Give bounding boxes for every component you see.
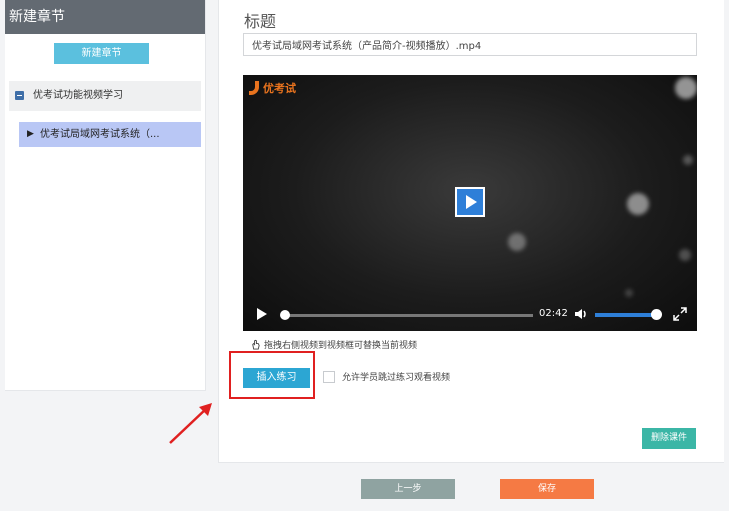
- player-controls: 02:42: [243, 297, 697, 331]
- allow-skip-checkbox[interactable]: [323, 371, 335, 383]
- lesson-label: 优考试局域网考试系统（...: [40, 129, 160, 140]
- play-icon[interactable]: [257, 308, 267, 320]
- new-chapter-button[interactable]: 新建章节: [54, 43, 149, 64]
- delete-courseware-button[interactable]: 删除课件: [642, 428, 696, 449]
- insert-exercise-button[interactable]: 插入练习: [243, 368, 310, 388]
- fullscreen-icon[interactable]: [673, 307, 687, 321]
- drag-hint-text: 拖拽右侧视频到视频框可替换当前视频: [264, 341, 418, 351]
- big-play-button[interactable]: [455, 187, 485, 217]
- previous-step-button[interactable]: 上一步: [361, 479, 455, 499]
- allow-skip-label: 允许学员跳过练习观看视频: [342, 373, 451, 383]
- chapter-label: 优考试功能视频学习: [33, 90, 123, 101]
- volume-icon[interactable]: [573, 306, 589, 322]
- chapter-item[interactable]: 优考试功能视频学习: [9, 81, 201, 111]
- chapter-sidebar: 新建章节 新建章节 优考试功能视频学习 ▶ 优考试局域网考试系统（...: [5, 0, 206, 391]
- play-triangle-icon: ▶: [27, 129, 34, 139]
- lesson-item[interactable]: ▶ 优考试局域网考试系统（...: [19, 122, 201, 147]
- red-arrow-annotation: [169, 403, 212, 444]
- title-heading: 标题: [244, 12, 277, 31]
- save-button[interactable]: 保存: [500, 479, 594, 499]
- collapse-minus-icon[interactable]: [15, 91, 24, 100]
- time-label: 02:42: [539, 308, 568, 319]
- sidebar-header: 新建章节: [5, 0, 205, 34]
- drag-hint: 拖拽右侧视频到视频框可替换当前视频: [250, 338, 417, 351]
- logo-j-icon: [249, 81, 259, 95]
- volume-slider[interactable]: [595, 313, 659, 317]
- hand-pointer-icon: [252, 339, 260, 350]
- progress-knob[interactable]: [280, 310, 290, 320]
- logo-text: 优考试: [263, 82, 296, 95]
- video-player[interactable]: 优考试 02:42: [243, 75, 697, 331]
- brand-logo: 优考试: [249, 80, 296, 96]
- volume-knob[interactable]: [651, 309, 662, 320]
- progress-bar[interactable]: [283, 314, 533, 317]
- title-input[interactable]: [243, 33, 697, 56]
